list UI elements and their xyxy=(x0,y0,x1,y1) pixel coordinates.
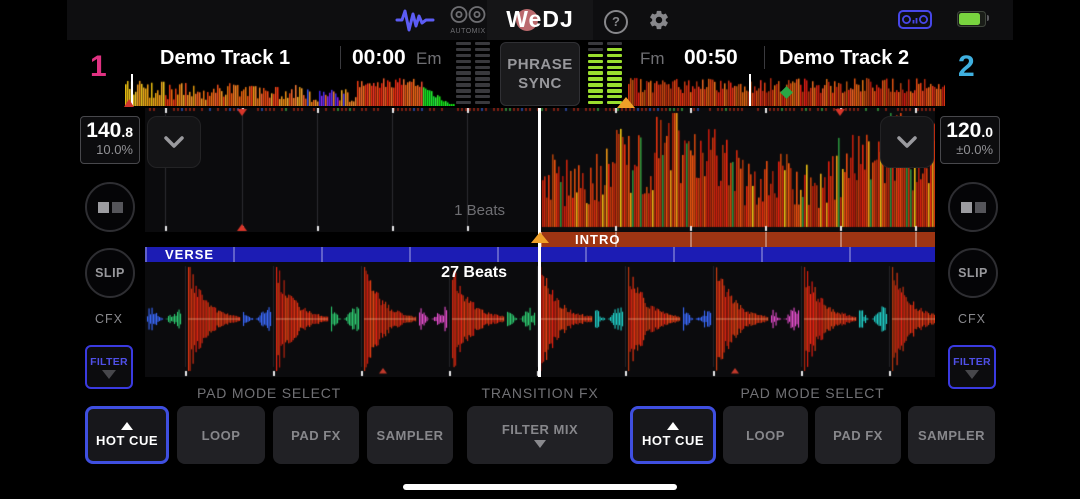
deck1-slip-button[interactable]: SLIP xyxy=(85,248,135,298)
slip-label: SLIP xyxy=(95,266,125,280)
active-indicator-icon xyxy=(667,422,679,430)
deck1-pad-mode-group: HOT CUE LOOP PAD FX SAMPLER xyxy=(85,406,453,464)
dropdown-triangle-icon xyxy=(102,370,116,379)
deck2-cfx-label: CFX xyxy=(948,312,996,326)
deck2-tempo-percent: ±0.0% xyxy=(941,142,993,158)
deck1-loop-button[interactable]: LOOP xyxy=(177,406,265,464)
deck2-overview-playhead xyxy=(749,74,751,106)
wedj-app: AUTOMIX WeDJ ? 1 2 Demo Track 1 00:00 Em… xyxy=(0,0,1080,499)
deck1-headphone-cue-button[interactable] xyxy=(85,182,135,232)
deck1-meter-right xyxy=(475,42,490,104)
deck2-number: 2 xyxy=(958,50,975,84)
dj-controller-icon[interactable] xyxy=(898,10,932,29)
deck1-key: Em xyxy=(416,47,442,71)
deck2-hot-cue-button[interactable]: HOT CUE xyxy=(630,406,716,464)
deck1-bpm-display[interactable]: 140.8 10.0% xyxy=(80,116,140,164)
phrase-sync-button[interactable]: PHRASE SYNC xyxy=(500,42,580,106)
headphone-cue-icon xyxy=(112,202,123,213)
deck1-collapse-button[interactable] xyxy=(147,116,201,168)
help-mark: ? xyxy=(612,14,620,29)
deck1-meter-left xyxy=(456,42,471,104)
pad-label: LOOP xyxy=(746,428,785,443)
deck2-slip-button[interactable]: SLIP xyxy=(948,248,998,298)
waveform-display[interactable]: 1 Beats INTRO VERSE 27 Beats xyxy=(145,108,935,377)
deck2-beats-countdown: 27 Beats xyxy=(397,264,507,282)
deck2-meter-right xyxy=(607,42,622,104)
deck2-track-title[interactable]: Demo Track 2 xyxy=(779,44,909,72)
deck1-time: 00:00 xyxy=(352,44,406,72)
chevron-down-icon xyxy=(161,130,187,154)
filter-label: FILTER xyxy=(953,356,991,368)
transition-fx-selected: FILTER MIX xyxy=(502,422,578,437)
deck1-number: 1 xyxy=(90,50,107,84)
pad-label: PAD FX xyxy=(291,428,341,443)
settings-gear-icon[interactable] xyxy=(648,9,670,31)
deck2-sampler-button[interactable]: SAMPLER xyxy=(908,406,995,464)
automix-button[interactable]: AUTOMIX xyxy=(448,5,488,35)
deck2-bpm-decimal: .0 xyxy=(981,124,993,140)
automix-label: AUTOMIX xyxy=(448,28,488,35)
headphone-cue-icon xyxy=(975,202,986,213)
pad-label: HOT CUE xyxy=(96,433,158,448)
deck1-sampler-button[interactable]: SAMPLER xyxy=(367,406,453,464)
deck1-hot-cue-button[interactable]: HOT CUE xyxy=(85,406,169,464)
pad-label: HOT CUE xyxy=(642,433,704,448)
deck2-cfx-filter-button[interactable]: FILTER xyxy=(948,345,996,389)
deck2-collapse-button[interactable] xyxy=(880,116,934,168)
deck2-bpm-display[interactable]: 120.0 ±0.0% xyxy=(940,116,1000,164)
home-indicator[interactable] xyxy=(403,484,677,490)
deck2-phrase-marker-icon xyxy=(617,97,635,108)
battery-fill xyxy=(959,13,980,25)
deck1-cfx-filter-button[interactable]: FILTER xyxy=(85,345,133,389)
transition-fx-label: TRANSITION FX xyxy=(440,385,640,401)
dropdown-triangle-icon xyxy=(534,440,546,448)
deck1-track-title[interactable]: Demo Track 1 xyxy=(160,44,290,72)
transition-fx-select-button[interactable]: FILTER MIX xyxy=(467,406,613,464)
deck2-bpm-value: 120 xyxy=(946,119,981,142)
headphone-cue-icon xyxy=(98,202,109,213)
deck1-cfx-label: CFX xyxy=(85,312,133,326)
header-bar: AUTOMIX WeDJ ? xyxy=(67,0,1013,40)
deck2-level-meter xyxy=(588,42,622,104)
pad-label: SAMPLER xyxy=(918,428,985,443)
deck1-phrase-label: INTRO xyxy=(575,232,620,247)
waveform-view-icon[interactable] xyxy=(395,7,435,33)
slip-label: SLIP xyxy=(958,266,988,280)
deck2-headphone-cue-button[interactable] xyxy=(948,182,998,232)
pad-mode-select-label-left: PAD MODE SELECT xyxy=(85,385,453,401)
deck2-pad-fx-button[interactable]: PAD FX xyxy=(815,406,901,464)
deck1-tempo-percent: 10.0% xyxy=(81,142,133,158)
deck1-beats-countdown: 1 Beats xyxy=(395,202,505,219)
playhead-phrase-marker-icon xyxy=(531,232,549,243)
deck1-level-meter xyxy=(456,42,490,104)
deck1-bpm-decimal: .8 xyxy=(121,124,133,140)
automix-icon xyxy=(450,5,486,24)
dropdown-triangle-icon xyxy=(965,370,979,379)
deck1-pad-fx-button[interactable]: PAD FX xyxy=(273,406,359,464)
filter-label: FILTER xyxy=(90,356,128,368)
deck2-pad-mode-group: HOT CUE LOOP PAD FX SAMPLER xyxy=(630,406,995,464)
deck1-overview-waveform[interactable] xyxy=(125,76,455,106)
pad-label: PAD FX xyxy=(833,428,883,443)
active-indicator-icon xyxy=(121,422,133,430)
deck2-key: Fm xyxy=(640,47,665,71)
app-title: WeDJ xyxy=(487,6,593,33)
deck2-time: 00:50 xyxy=(684,44,738,72)
deck2-phrase-label: VERSE xyxy=(165,247,214,262)
help-icon[interactable]: ? xyxy=(604,10,628,34)
divider xyxy=(340,46,341,69)
divider xyxy=(764,46,765,69)
chevron-down-icon xyxy=(894,130,920,154)
pad-mode-select-label-right: PAD MODE SELECT xyxy=(630,385,995,401)
deck2-loop-button[interactable]: LOOP xyxy=(723,406,808,464)
deck1-bpm-value: 140 xyxy=(86,119,121,142)
battery-icon xyxy=(957,11,986,27)
pad-label: LOOP xyxy=(202,428,241,443)
deck2-meter-left xyxy=(588,42,603,104)
deck1-cue-marker-icon xyxy=(124,99,134,107)
pad-label: SAMPLER xyxy=(376,428,443,443)
headphone-cue-icon xyxy=(961,202,972,213)
